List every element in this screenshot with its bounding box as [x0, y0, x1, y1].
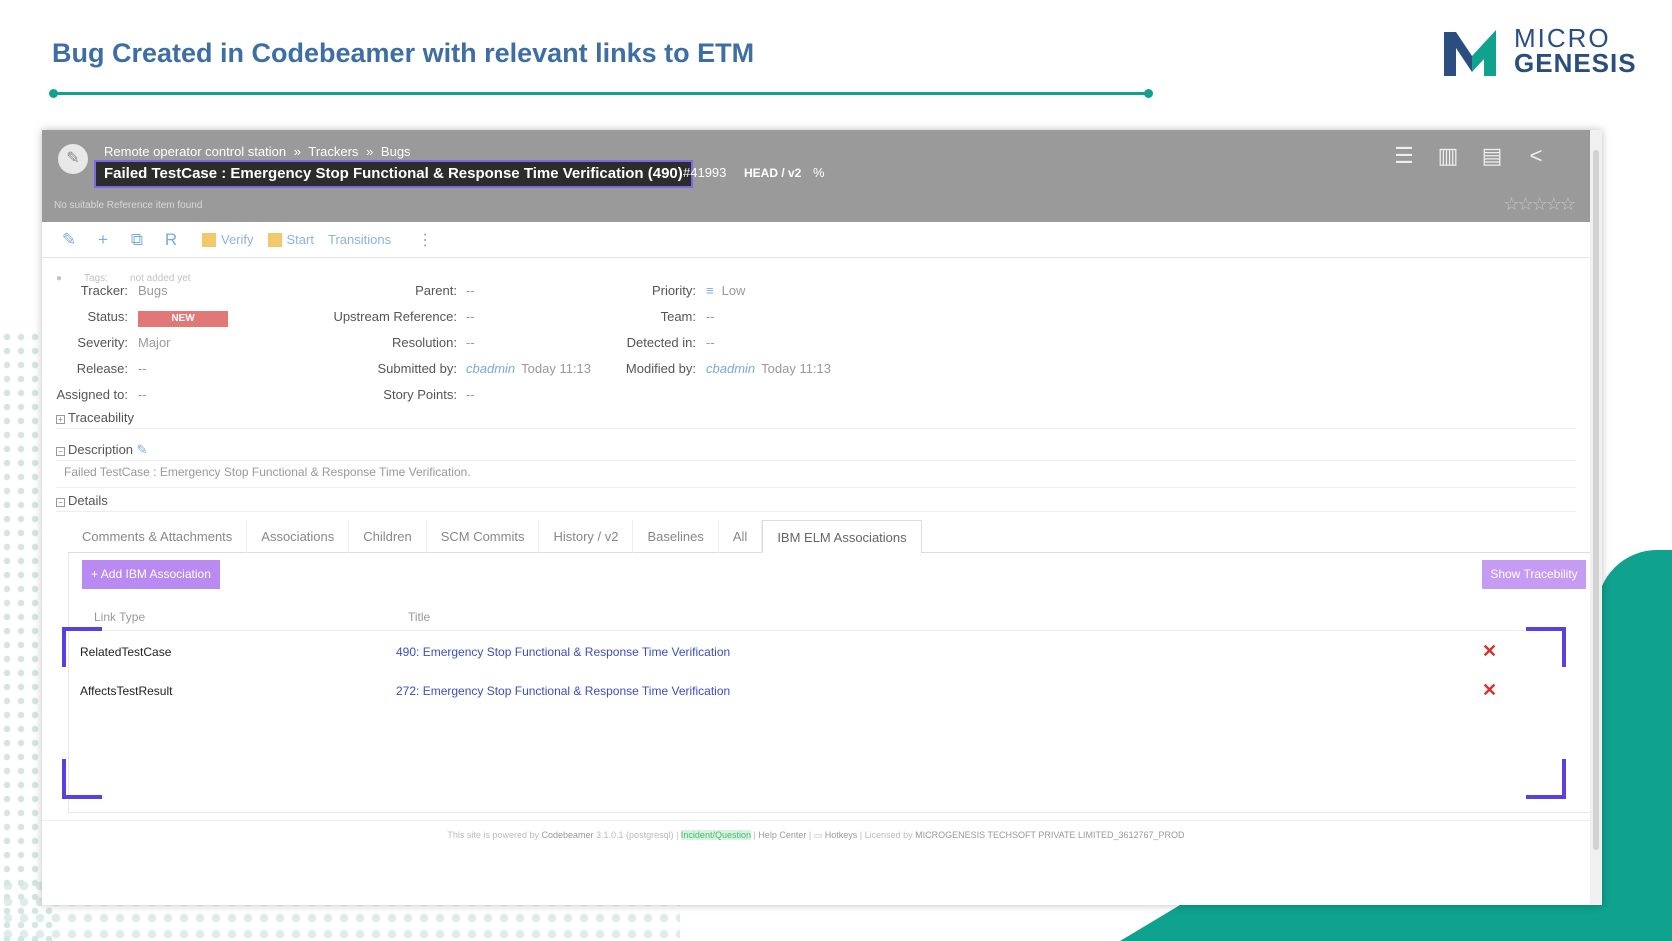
breadcrumb-trackers[interactable]: Trackers: [308, 144, 358, 159]
edit-icon[interactable]: ✎: [52, 230, 86, 250]
tab-children[interactable]: Children: [349, 520, 427, 553]
page-footer: This site is powered by Codebeamer 3.1.0…: [447, 830, 1185, 840]
relations-icon[interactable]: ▤: [1480, 144, 1504, 168]
start-button[interactable]: Start: [267, 232, 314, 247]
highlight-frame-corner: [62, 759, 102, 799]
decorative-teal-wedge: [1120, 905, 1672, 941]
table-row: AffectsTestResult 272: Emergency Stop Fu…: [80, 674, 1540, 712]
item-header: ✎ Remote operator control station » Trac…: [42, 130, 1590, 222]
footer-help-link[interactable]: Help Center: [758, 830, 806, 840]
logo-mark-icon: [1444, 30, 1496, 76]
highlight-frame-corner: [1526, 627, 1566, 667]
association-title-link[interactable]: 272: Emergency Stop Functional & Respons…: [396, 684, 730, 698]
action-toolbar: ✎ + ⧉ R Verify Start Transitions ⋮: [42, 222, 1590, 258]
delete-association-icon[interactable]: ✕: [1482, 641, 1497, 662]
header-tools: ☰ ▥ ▤ <: [1392, 144, 1548, 168]
footer-product-link[interactable]: Codebeamer: [541, 830, 593, 840]
cardboard-icon[interactable]: ▥: [1436, 144, 1460, 168]
rating-stars[interactable]: ☆☆☆☆☆: [1503, 194, 1576, 215]
show-traceability-button[interactable]: Show Tracebility: [1482, 560, 1586, 589]
breadcrumb-project[interactable]: Remote operator control station: [104, 144, 286, 159]
keyboard-icon: ▭: [813, 830, 823, 840]
breadcrumb: Remote operator control station » Tracke…: [104, 144, 415, 159]
priority-icon: ≡: [706, 283, 714, 298]
highlight-frame-corner: [1526, 759, 1566, 799]
description-text: Failed TestCase : Emergency Stop Functio…: [64, 465, 471, 479]
share-icon[interactable]: <: [1524, 144, 1548, 168]
transitions-button[interactable]: Transitions: [328, 232, 391, 247]
codebeamer-window: ✎ Remote operator control station » Trac…: [42, 130, 1602, 905]
highlight-frame-corner: [62, 627, 102, 667]
delete-association-icon[interactable]: ✕: [1482, 680, 1497, 701]
footer-incident-link[interactable]: Incident/Question: [680, 830, 751, 840]
version-label[interactable]: HEAD / v2: [744, 166, 801, 180]
column-title[interactable]: Title: [408, 610, 430, 624]
tab-scm-commits[interactable]: SCM Commits: [427, 520, 540, 553]
item-id: #41993: [683, 165, 727, 180]
breadcrumb-separator: »: [366, 144, 374, 159]
description-section-toggle[interactable]: − Description ✎: [56, 442, 148, 458]
list-view-icon[interactable]: ☰: [1392, 144, 1416, 168]
no-reference-note: No suitable Reference item found: [54, 200, 203, 211]
traceability-section-toggle[interactable]: + Traceability: [56, 410, 134, 425]
status-badge[interactable]: NEW: [138, 311, 228, 327]
tab-history[interactable]: History / v2: [539, 520, 634, 553]
copy-icon[interactable]: ⧉: [120, 230, 154, 250]
edit-description-icon[interactable]: ✎: [137, 442, 148, 457]
more-options-icon[interactable]: ⋮: [417, 230, 433, 250]
tab-ibm-elm-associations[interactable]: IBM ELM Associations: [762, 520, 922, 553]
link-type-value: AffectsTestResult: [80, 684, 173, 698]
scrollbar[interactable]: [1590, 130, 1602, 905]
breadcrumb-bugs[interactable]: Bugs: [381, 144, 411, 159]
breadcrumb-separator: »: [293, 144, 301, 159]
tab-associations[interactable]: Associations: [247, 520, 350, 553]
add-icon[interactable]: +: [86, 230, 120, 250]
tab-comments-attachments[interactable]: Comments & Attachments: [68, 520, 248, 553]
decorative-teal-shape: [1597, 550, 1672, 941]
submitted-user-link[interactable]: cbadmin: [466, 361, 515, 376]
footer-hotkeys-link[interactable]: Hotkeys: [825, 830, 858, 840]
permalink-icon[interactable]: %: [813, 165, 825, 180]
footer-licensee: MICROGENESIS TECHSOFT PRIVATE LIMITED_36…: [915, 830, 1185, 840]
verify-icon: [202, 232, 216, 247]
item-title: Failed TestCase : Emergency Stop Functio…: [94, 160, 693, 188]
column-link-type[interactable]: Link Type: [94, 610, 145, 624]
tab-all[interactable]: All: [719, 520, 763, 553]
add-child-icon[interactable]: R: [154, 230, 188, 250]
tab-baselines[interactable]: Baselines: [633, 520, 719, 553]
table-row: RelatedTestCase 490: Emergency Stop Func…: [80, 635, 1540, 673]
slide: Bug Created in Codebeamer with relevant …: [0, 0, 1672, 941]
modified-user-link[interactable]: cbadmin: [706, 361, 755, 376]
item-type-icon: ✎: [58, 144, 88, 174]
details-section-toggle[interactable]: − Details: [56, 493, 108, 508]
slide-title: Bug Created in Codebeamer with relevant …: [52, 38, 755, 68]
title-rule: [49, 89, 1153, 98]
association-title-link[interactable]: 490: Emergency Stop Functional & Respons…: [396, 645, 730, 659]
add-ibm-association-button[interactable]: + Add IBM Association: [82, 560, 220, 589]
microgenesis-logo: MICRO GENESIS: [1444, 25, 1656, 84]
logo-text-genesis: GENESIS: [1514, 48, 1637, 78]
verify-button[interactable]: Verify: [202, 232, 254, 247]
details-tabs: Comments & Attachments Associations Chil…: [68, 520, 1598, 553]
start-icon: [267, 232, 282, 247]
